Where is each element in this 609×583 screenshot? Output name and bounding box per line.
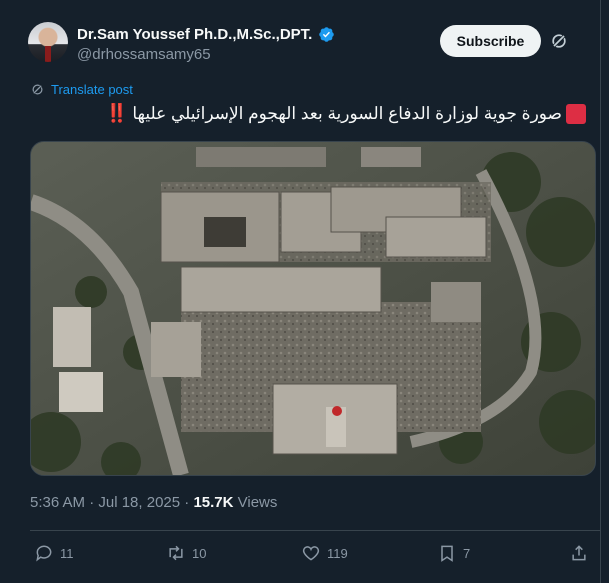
more-icon[interactable]: [581, 30, 601, 50]
bookmark-button[interactable]: 7: [437, 543, 470, 563]
repost-button[interactable]: 10: [166, 543, 206, 563]
verified-badge-icon[interactable]: [318, 26, 335, 43]
avatar[interactable]: [28, 22, 68, 62]
translate-label: Translate post: [51, 82, 133, 97]
share-icon: [572, 545, 586, 561]
repost-icon: [169, 545, 183, 561]
subscribe-button[interactable]: Subscribe: [440, 25, 541, 57]
reply-icon: [36, 545, 52, 562]
repost-count: 10: [192, 545, 207, 561]
post-card: Dr.Sam Youssef Ph.D.,M.Sc.,DPT. @drhossa…: [0, 0, 601, 583]
translate-icon: [32, 84, 43, 95]
post-text: صورة جوية لوزارة الدفاع السورية بعد الهج…: [106, 103, 586, 124]
double-exclamation-emoji: ‼️: [105, 103, 129, 123]
translate-post-link[interactable]: Translate post: [30, 82, 133, 97]
bookmark-count: 7: [463, 545, 471, 561]
views-count: 15.7K: [193, 494, 234, 511]
post-time[interactable]: 5:36 AM · Jul 18, 2025 ·: [30, 494, 193, 511]
author-name[interactable]: Dr.Sam Youssef Ph.D.,M.Sc.,DPT.: [77, 26, 312, 43]
share-button[interactable]: [569, 543, 589, 563]
post-meta: 5:36 AM · Jul 18, 2025 · 15.7K Views: [30, 494, 277, 511]
reply-count: 11: [60, 545, 74, 561]
red-square-emoji: [566, 103, 586, 124]
divider: [30, 530, 600, 531]
aerial-photo-icon: [31, 142, 595, 475]
like-icon: [302, 546, 320, 561]
like-count: 119: [327, 545, 348, 561]
like-button[interactable]: 119: [301, 543, 348, 563]
author-handle[interactable]: @drhossamsamy65: [77, 46, 211, 63]
bookmark-icon: [441, 545, 453, 562]
post-image[interactable]: [30, 141, 596, 476]
reply-button[interactable]: 11: [34, 543, 74, 563]
post-body: صورة جوية لوزارة الدفاع السورية بعد الهج…: [132, 103, 562, 123]
views-label: Views: [233, 494, 278, 511]
grok-icon[interactable]: [549, 31, 569, 51]
